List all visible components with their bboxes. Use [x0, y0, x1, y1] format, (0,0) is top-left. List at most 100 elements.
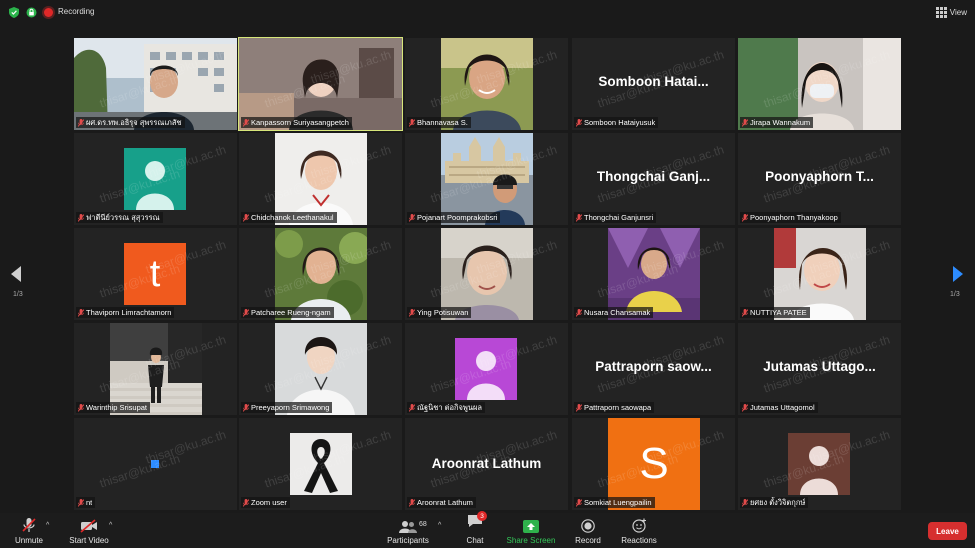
- participant-tile[interactable]: Poonyaphorn T... thisar@ku.ac.th thisar@k…: [738, 133, 901, 225]
- start-video-button[interactable]: Start Video: [66, 513, 112, 548]
- participant-tile[interactable]: thisar@ku.ac.ththisar@ku.ac.thยศยง ตั้งว…: [738, 418, 901, 510]
- participant-name: Somboon Hataiyusuk: [584, 118, 656, 127]
- participant-name: Thongchai Ganjunsri: [584, 213, 654, 222]
- participant-name-tag: Patcharee Rueng-ngam: [241, 307, 334, 318]
- page-indicator-right: 1/3: [950, 291, 960, 298]
- participant-name-tag: Poonyaphorn Thanyakoop: [740, 212, 841, 223]
- participant-tile[interactable]: thisar@ku.ac.ththisar@ku.ac.thณัฐนิชา ต่…: [405, 323, 568, 415]
- participant-tile-active-speaker[interactable]: thisar@ku.ac.ththisar@ku.ac.thKanpassorn…: [238, 37, 403, 131]
- participant-name: Pattraporn saowapa: [584, 403, 652, 412]
- participant-name: Bhannavasa S.: [417, 118, 468, 127]
- participant-name-tag: ณัฐนิชา ต่อกิจพูนผล: [407, 402, 485, 413]
- microphone-muted-icon: [409, 403, 415, 412]
- chat-button[interactable]: 3 Chat: [460, 511, 490, 548]
- recording-label: Recording: [58, 7, 95, 16]
- audio-options-caret-icon[interactable]: ^: [46, 522, 49, 529]
- participant-tile[interactable]: thisar@ku.ac.ththisar@ku.ac.thPreeyaporn…: [239, 323, 402, 415]
- participant-tile[interactable]: thisar@ku.ac.ththisar@ku.ac.thYing Potis…: [405, 228, 568, 320]
- participant-name: Thaviporn Limrachtamorn: [86, 308, 172, 317]
- participant-tile[interactable]: thisar@ku.ac.ththisar@ku.ac.thWarinthip …: [74, 323, 237, 415]
- top-bar: Recording View: [0, 0, 975, 24]
- next-page-arrow-icon[interactable]: [953, 266, 963, 282]
- participant-video: [290, 433, 352, 495]
- participant-tile[interactable]: Somboon Hatai... thisar@ku.ac.th thisar@k…: [572, 38, 735, 130]
- participant-name: Ying Potisuwan: [417, 308, 469, 317]
- microphone-muted-icon: [742, 308, 748, 317]
- microphone-muted-icon: [742, 498, 748, 507]
- shield-icon[interactable]: [9, 7, 19, 18]
- participant-name: Jirapa Wannakum: [750, 118, 811, 127]
- participant-tile[interactable]: thisar@ku.ac.ththisar@ku.ac.thPatcharee …: [239, 228, 402, 320]
- participant-name-tag: Pattraporn saowapa: [574, 402, 655, 413]
- participants-count: 68: [419, 521, 427, 528]
- default-avatar: [788, 433, 850, 495]
- chat-label: Chat: [466, 536, 484, 545]
- participant-tile[interactable]: thisar@ku.ac.ththisar@ku.ac.thChidchanok…: [239, 133, 402, 225]
- participant-tile[interactable]: thisar@ku.ac.ththisar@ku.ac.thJirapa Wan…: [738, 38, 901, 130]
- share-screen-icon: [523, 520, 539, 533]
- participant-tile[interactable]: t thisar@ku.ac.ththisar@ku.ac.thThavipor…: [74, 228, 237, 320]
- participant-name-tag: Ying Potisuwan: [407, 307, 472, 318]
- leave-button[interactable]: Leave: [928, 522, 967, 540]
- microphone-muted-icon: [78, 213, 84, 222]
- record-button[interactable]: Record: [572, 513, 604, 548]
- reactions-smiley-icon: [631, 518, 646, 533]
- recording-icon: [44, 8, 53, 17]
- user-icon: [136, 161, 174, 210]
- participants-label: Participants: [387, 536, 429, 545]
- participant-tile[interactable]: thisar@ku.ac.ththisar@ku.ac.thZoom user: [239, 418, 402, 510]
- participant-name: Chidchanok Leethanakul: [251, 213, 334, 222]
- participant-name-tag: Somboon Hataiyusuk: [574, 117, 659, 128]
- participants-button[interactable]: Participants: [386, 513, 430, 548]
- participant-name: NUTTIYA PATEE: [750, 308, 807, 317]
- participant-tile[interactable]: thisar@ku.ac.th thisar@ku.ac.th nt: [74, 418, 237, 510]
- user-icon: [467, 351, 505, 400]
- microphone-muted-icon: [243, 498, 249, 507]
- participant-name-tag: Thaviporn Limrachtamorn: [76, 307, 175, 318]
- participant-name: Pojanart Poomprakobsri: [417, 213, 498, 222]
- participant-tile[interactable]: thisar@ku.ac.ththisar@ku.ac.thฟาตีนีย์วร…: [74, 133, 237, 225]
- participant-name-tag: Somkiat Luengpailin: [574, 497, 655, 508]
- unmute-button[interactable]: Unmute: [12, 513, 46, 548]
- participant-tile[interactable]: Thongchai Ganj... thisar@ku.ac.th thisar@…: [572, 133, 735, 225]
- participant-name: Kanpassorn Suriyasangpetch: [251, 118, 349, 127]
- participants-options-caret-icon[interactable]: ^: [438, 522, 441, 529]
- watermark-text: thisar@ku.ac.th: [97, 451, 182, 491]
- view-button[interactable]: View: [935, 6, 967, 18]
- participant-name-tag: Preeyaporn Srimawong: [241, 402, 333, 413]
- participant-tile[interactable]: thisar@ku.ac.ththisar@ku.ac.thผศ.ดร.ทพ.อ…: [74, 38, 237, 130]
- share-screen-button[interactable]: Share Screen: [505, 513, 557, 548]
- previous-page-arrow-icon[interactable]: [11, 266, 21, 282]
- microphone-muted-icon: [78, 403, 84, 412]
- participant-tile[interactable]: Aroonrat Lathum thisar@ku.ac.th thisar@ku…: [405, 418, 568, 510]
- participant-name-tag: Bhannavasa S.: [407, 117, 471, 128]
- reactions-button[interactable]: Reactions: [619, 513, 659, 548]
- microphone-muted-icon: [243, 118, 249, 127]
- participant-name-tag: Jutamas Uttagomol: [740, 402, 818, 413]
- participant-tile[interactable]: Jutamas Uttago... thisar@ku.ac.th thisar@…: [738, 323, 901, 415]
- microphone-muted-icon: [576, 118, 582, 127]
- participant-tile[interactable]: thisar@ku.ac.ththisar@ku.ac.thNUTTIYA PA…: [738, 228, 901, 320]
- microphone-muted-icon: [576, 308, 582, 317]
- microphone-muted-icon: [576, 498, 582, 507]
- participant-display-name: Jutamas Uttago...: [763, 359, 876, 374]
- video-options-caret-icon[interactable]: ^: [109, 522, 112, 529]
- participant-tile[interactable]: Pattraporn saow... thisar@ku.ac.th thisar…: [572, 323, 735, 415]
- participant-tile[interactable]: thisar@ku.ac.ththisar@ku.ac.thNusara Cha…: [572, 228, 735, 320]
- encryption-icon[interactable]: [26, 7, 37, 18]
- participant-tile[interactable]: thisar@ku.ac.ththisar@ku.ac.thBhannavasa…: [405, 38, 568, 130]
- microphone-muted-icon: [742, 118, 748, 127]
- microphone-muted-icon: [78, 118, 84, 127]
- grid-view-icon: [935, 6, 947, 18]
- participant-tile[interactable]: thisar@ku.ac.ththisar@ku.ac.thPojanart P…: [405, 133, 568, 225]
- participant-name-tag: ยศยง ตั้งวิจิตกุกษ์: [740, 497, 809, 508]
- participant-name: Nusara Chansamak: [584, 308, 651, 317]
- participant-name: Jutamas Uttagomol: [750, 403, 815, 412]
- microphone-muted-icon: [78, 308, 84, 317]
- participant-name: Poonyaphorn Thanyakoop: [750, 213, 838, 222]
- chat-unread-badge: 3: [477, 511, 487, 521]
- participant-tile[interactable]: S thisar@ku.ac.ththisar@ku.ac.thSomkiat …: [572, 418, 735, 510]
- participant-name-tag: Jirapa Wannakum: [740, 117, 814, 128]
- participant-name: Somkiat Luengpailin: [584, 498, 652, 507]
- microphone-muted-icon: [243, 403, 249, 412]
